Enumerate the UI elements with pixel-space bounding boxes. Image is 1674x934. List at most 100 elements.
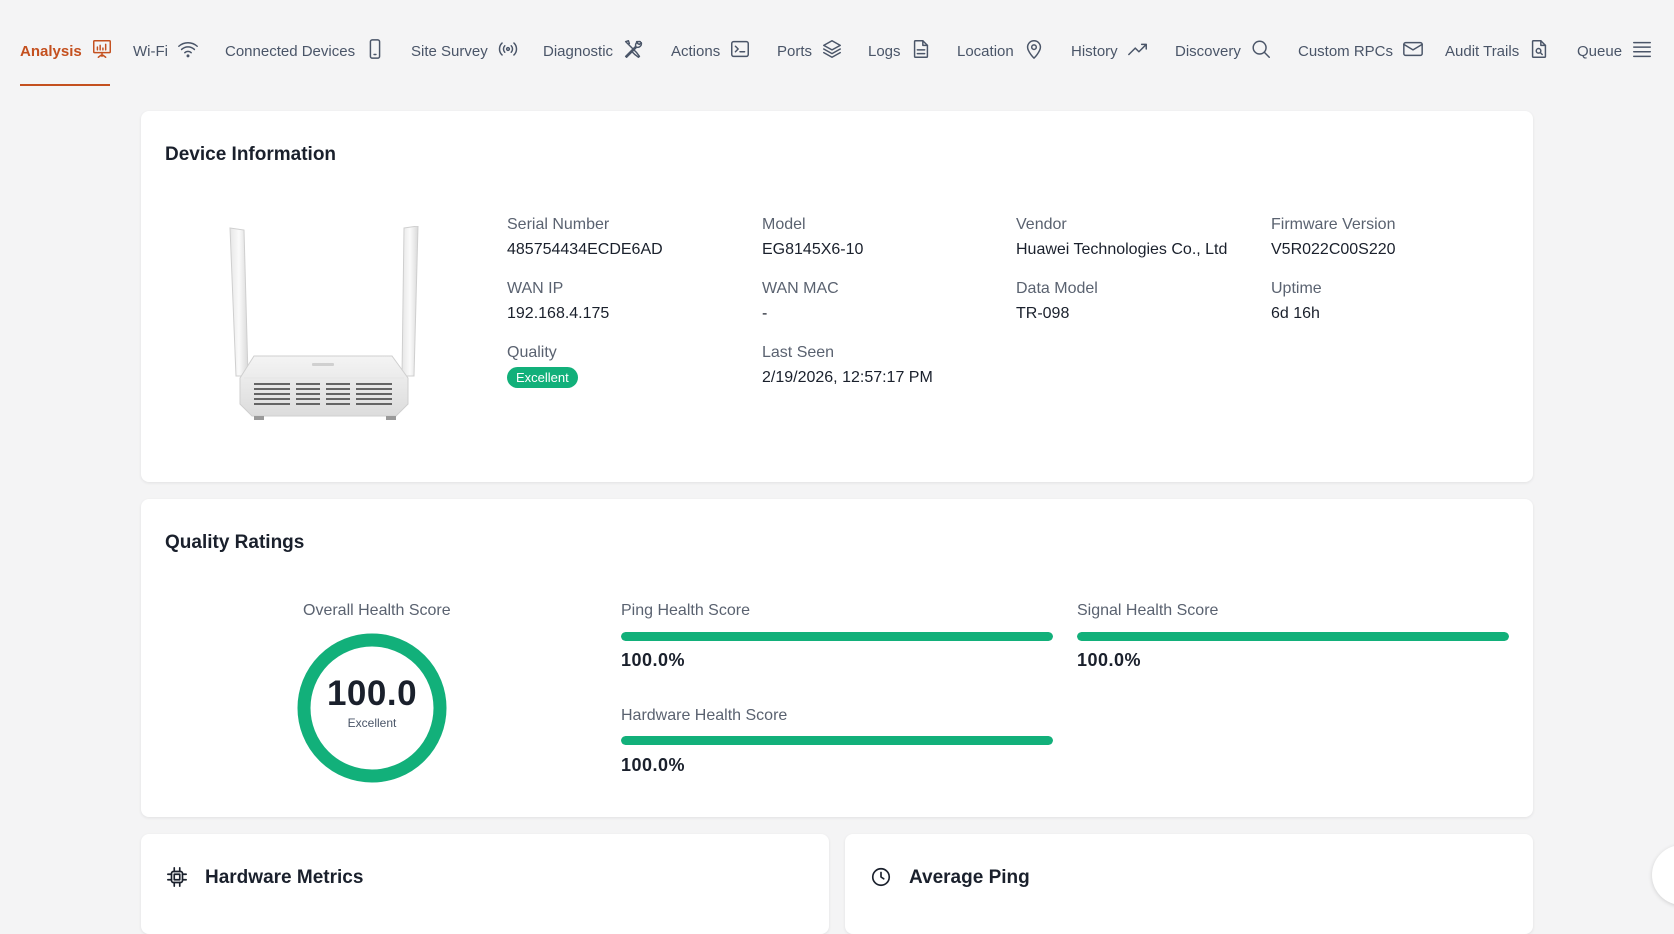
field-label: WAN MAC	[762, 280, 839, 297]
tab-custom-rpcs[interactable]: Custom RPCs	[1298, 36, 1424, 66]
wan-ip-value: 192.168.4.175	[507, 305, 610, 322]
presentation-chart-icon	[91, 38, 113, 64]
device-information-card: Device Information Serial Number 4857544…	[141, 111, 1533, 482]
tab-site-survey[interactable]: Site Survey	[411, 36, 519, 66]
field-label: WAN IP	[507, 280, 564, 297]
active-tab-indicator	[20, 84, 110, 86]
tab-label: Ports	[777, 42, 813, 60]
tab-location[interactable]: Location	[957, 36, 1045, 66]
uptime-field: Uptime 6d 16h	[1271, 279, 1521, 325]
quality-ratings-card: Quality Ratings Overall Health Score 100…	[141, 499, 1533, 817]
wan-mac-value: -	[762, 305, 768, 322]
tab-diagnostic[interactable]: Diagnostic	[543, 36, 644, 66]
tab-label: Site Survey	[411, 42, 488, 60]
field-label: Quality	[507, 344, 557, 361]
tab-label: Actions	[671, 42, 721, 60]
data-model-field: Data Model TR-098	[1016, 279, 1266, 325]
hardware-health-bar	[621, 736, 1053, 745]
model-value: EG8145X6-10	[762, 241, 864, 258]
hardware-health-score-label: Hardware Health Score	[621, 707, 788, 724]
overall-health-score-label: Overall Health Score	[303, 602, 451, 619]
serial-number-value: 485754434ECDE6AD	[507, 241, 663, 258]
router-image	[226, 225, 426, 426]
tab-label: Audit Trails	[1445, 42, 1520, 60]
signal-health-score-label: Signal Health Score	[1077, 602, 1219, 619]
overall-health-score-value: 100.0	[326, 674, 418, 713]
tab-label: Diagnostic	[543, 42, 614, 60]
quality-status-badge: Excellent	[507, 367, 578, 388]
firmware-version-value: V5R022C00S220	[1271, 241, 1396, 258]
last-seen-value: 2/19/2026, 12:57:17 PM	[762, 369, 933, 386]
tab-actions[interactable]: Actions	[671, 36, 751, 66]
ping-health-score-label: Ping Health Score	[621, 602, 750, 619]
smartphone-icon	[364, 38, 386, 64]
tab-queue[interactable]: Queue	[1577, 36, 1653, 66]
card-title: Hardware Metrics	[205, 867, 364, 888]
card-title: Average Ping	[909, 867, 1030, 888]
tab-label: Custom RPCs	[1298, 42, 1394, 60]
hardware-metrics-card: Hardware Metrics	[141, 834, 829, 934]
trending-up-icon	[1127, 38, 1149, 64]
tab-label: Discovery	[1175, 42, 1241, 60]
average-ping-card: Average Ping	[845, 834, 1533, 934]
firmware-version-field: Firmware Version V5R022C00S220	[1271, 215, 1521, 261]
tab-label: History	[1071, 42, 1118, 60]
tab-audit-trails[interactable]: Audit Trails	[1445, 36, 1550, 66]
field-label: Model	[762, 216, 806, 233]
hardware-health-bar-fill	[621, 736, 1053, 745]
tab-analysis[interactable]: Analysis	[20, 36, 113, 66]
map-pin-icon	[1023, 38, 1045, 64]
tab-label: Location	[957, 42, 1014, 60]
wan-mac-field: WAN MAC -	[762, 279, 1012, 325]
signal-health-score-value: 100.0%	[1077, 650, 1142, 670]
tab-label: Analysis	[20, 42, 82, 60]
tab-wifi[interactable]: Wi-Fi	[133, 36, 199, 66]
mail-icon	[1402, 38, 1424, 64]
signal-health-bar-fill	[1077, 632, 1509, 641]
field-label: Data Model	[1016, 280, 1098, 297]
ping-health-bar	[621, 632, 1053, 641]
search-icon	[1250, 38, 1272, 64]
ping-health-bar-fill	[621, 632, 1053, 641]
top-navigation: Analysis Wi-Fi Connected Devices Site Su…	[0, 0, 1674, 90]
cpu-chip-icon	[166, 866, 188, 893]
overall-health-rating: Excellent	[347, 716, 397, 730]
floating-action-button[interactable]	[1652, 845, 1674, 905]
last-seen-field: Last Seen 2/19/2026, 12:57:17 PM	[762, 343, 1012, 389]
vendor-field: Vendor Huawei Technologies Co., Ltd	[1016, 215, 1266, 261]
signal-health-bar	[1077, 632, 1509, 641]
model-field: Model EG8145X6-10	[762, 215, 1012, 261]
wifi-icon	[177, 38, 199, 64]
ping-health-score-value: 100.0%	[621, 650, 686, 670]
card-title: Device Information	[165, 144, 337, 165]
tab-label: Connected Devices	[225, 42, 356, 60]
list-icon	[1631, 38, 1653, 64]
hardware-health-score-value: 100.0%	[621, 755, 686, 775]
tab-connected-devices[interactable]: Connected Devices	[225, 36, 386, 66]
quality-field: Quality Excellent	[507, 343, 757, 388]
field-label: Firmware Version	[1271, 216, 1396, 233]
tab-label: Logs	[868, 42, 901, 60]
tab-discovery[interactable]: Discovery	[1175, 36, 1272, 66]
file-icon	[910, 38, 932, 64]
field-label: Vendor	[1016, 216, 1067, 233]
tab-logs[interactable]: Logs	[868, 36, 932, 66]
data-model-value: TR-098	[1016, 305, 1070, 322]
file-search-icon	[1528, 38, 1550, 64]
layers-icon	[821, 38, 843, 64]
field-label: Last Seen	[762, 344, 835, 361]
clock-icon	[870, 866, 892, 893]
uptime-value: 6d 16h	[1271, 305, 1320, 322]
tab-history[interactable]: History	[1071, 36, 1149, 66]
tools-icon	[622, 38, 644, 64]
card-title: Quality Ratings	[165, 532, 305, 553]
terminal-icon	[729, 38, 751, 64]
radio-signal-icon	[497, 38, 519, 64]
tab-label: Queue	[1577, 42, 1623, 60]
vendor-value: Huawei Technologies Co., Ltd	[1016, 241, 1228, 258]
tab-ports[interactable]: Ports	[777, 36, 843, 66]
serial-number-field: Serial Number 485754434ECDE6AD	[507, 215, 757, 261]
field-label: Serial Number	[507, 216, 610, 233]
tab-label: Wi-Fi	[133, 42, 168, 60]
field-label: Uptime	[1271, 280, 1322, 297]
